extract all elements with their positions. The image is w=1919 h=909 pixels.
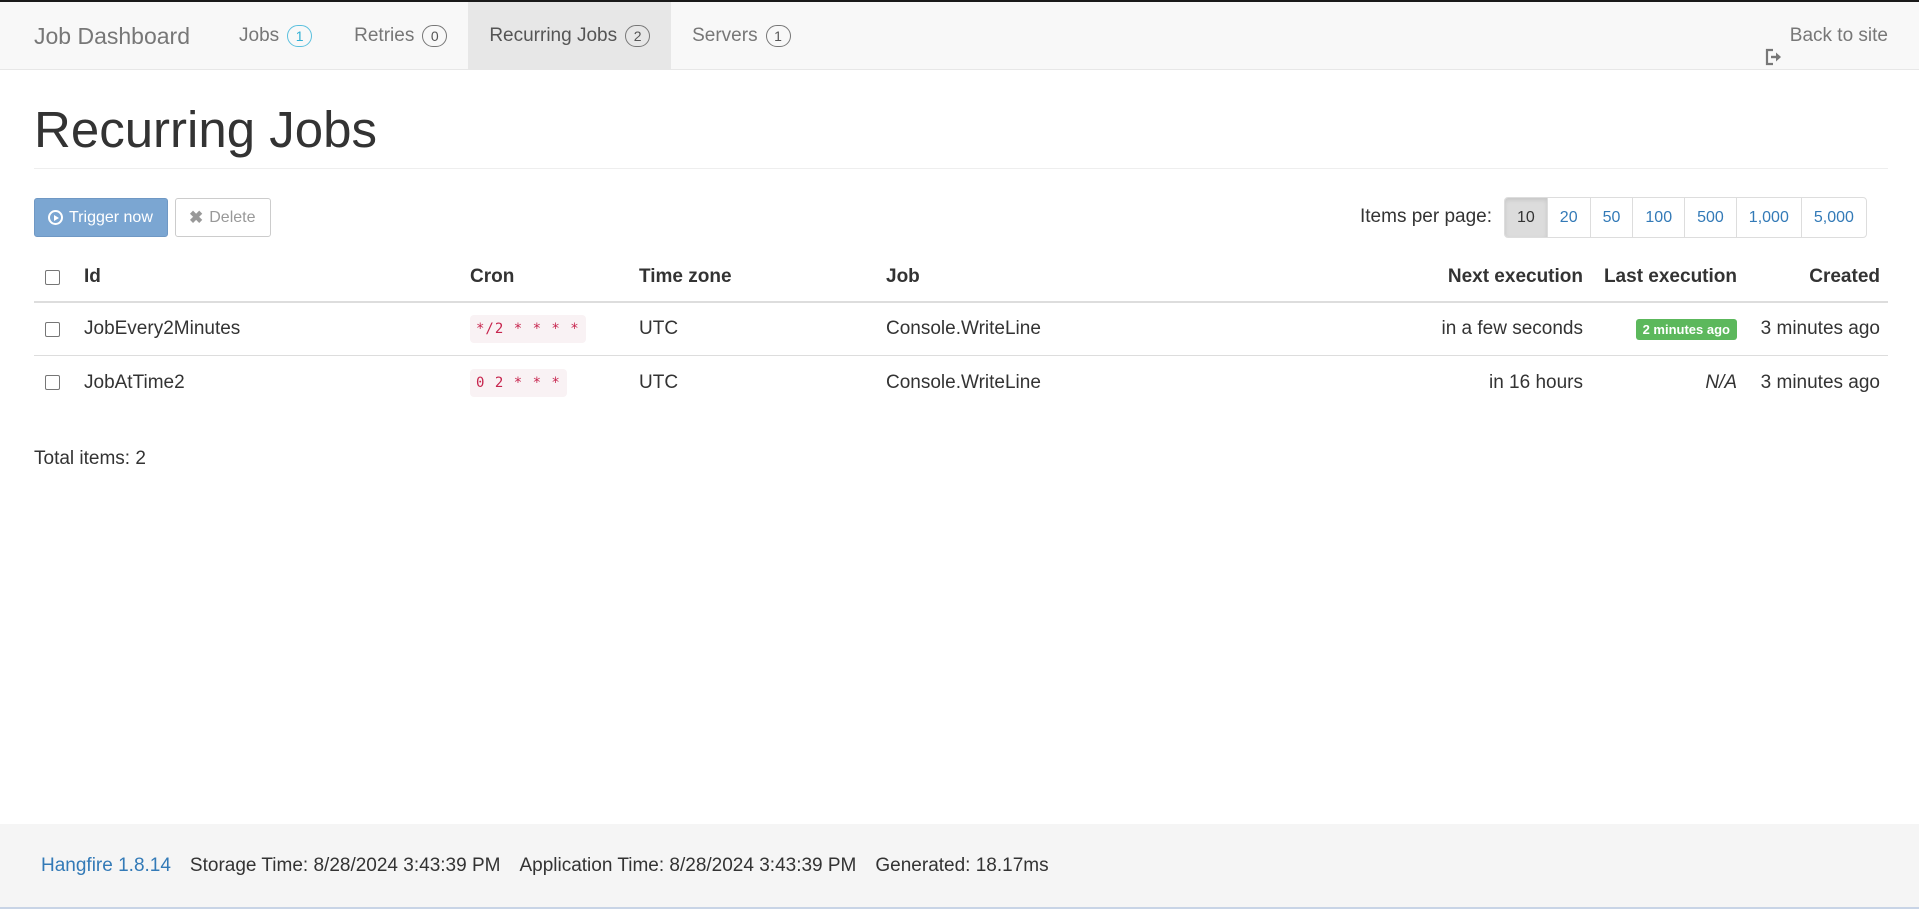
- retries-count-badge: 0: [422, 25, 448, 47]
- page-size-option[interactable]: 1,000: [1735, 198, 1801, 237]
- header-next-execution: Next execution: [1447, 266, 1583, 287]
- navbar: Job Dashboard Jobs 1 Retries 0 Recurring…: [0, 2, 1919, 70]
- created: 3 minutes ago: [1760, 318, 1880, 339]
- job-id[interactable]: JobEvery2Minutes: [84, 303, 444, 355]
- close-icon: ✖: [189, 207, 204, 227]
- row-select-cell: [45, 356, 65, 409]
- page-size-selector: 10 20 50 100 500 1,000 5,000: [1504, 197, 1867, 238]
- delete-label: Delete: [209, 208, 256, 226]
- page-size-option[interactable]: 10: [1505, 198, 1547, 237]
- page-size-option[interactable]: 5,000: [1800, 198, 1866, 237]
- cron-cell: */2 * * * *: [470, 303, 630, 355]
- job-method: Console.WriteLine: [886, 371, 1041, 393]
- job-method: Console.WriteLine: [886, 318, 1041, 339]
- select-all-cell: [45, 253, 65, 301]
- application-time: Application Time: 8/28/2024 3:43:39 PM: [519, 854, 857, 876]
- storage-time: Storage Time: 8/28/2024 3:43:39 PM: [189, 854, 501, 876]
- header-job: Job: [886, 266, 920, 287]
- nav-item-jobs[interactable]: Jobs 1: [221, 2, 333, 70]
- nav-item-label: Servers: [692, 25, 758, 46]
- title-divider: [34, 168, 1888, 169]
- header-timezone: Time zone: [639, 266, 732, 287]
- nav-item-recurring-jobs[interactable]: Recurring Jobs 2: [468, 2, 672, 70]
- row-checkbox[interactable]: [45, 321, 60, 337]
- last-execution-cell: 2 minutes ago: [1594, 303, 1737, 355]
- recurring-jobs-count-badge: 2: [625, 25, 651, 47]
- nav-item-servers[interactable]: Servers 1: [671, 2, 811, 70]
- next-execution: in a few seconds: [1441, 318, 1583, 339]
- nav-item-label: Jobs: [239, 25, 280, 46]
- items-per-page-label: Items per page:: [1360, 206, 1493, 227]
- servers-count-badge: 1: [765, 25, 791, 47]
- table-row: JobAtTime2 0 2 * * * UTC Console.WriteLi…: [34, 356, 1888, 409]
- nav-tabs: Jobs 1 Retries 0 Recurring Jobs 2 Server…: [221, 2, 812, 70]
- page-size-option[interactable]: 20: [1546, 198, 1590, 237]
- table-row: JobEvery2Minutes */2 * * * * UTC Console…: [34, 303, 1888, 356]
- select-all-checkbox[interactable]: [45, 269, 60, 285]
- timezone: UTC: [639, 318, 679, 339]
- last-execution-badge[interactable]: 2 minutes ago: [1635, 318, 1737, 340]
- total-items: Total items: 2: [34, 448, 146, 469]
- trigger-now-button[interactable]: Trigger now: [34, 198, 168, 237]
- sign-out-icon: [1765, 27, 1784, 66]
- header-last-execution: Last execution: [1603, 266, 1737, 287]
- header-id: Id: [84, 266, 101, 287]
- page-size-option[interactable]: 100: [1632, 198, 1684, 237]
- row-checkbox[interactable]: [45, 375, 60, 390]
- header-cron: Cron: [470, 266, 515, 287]
- row-select-cell: [45, 303, 65, 355]
- created: 3 minutes ago: [1760, 371, 1880, 393]
- job-id[interactable]: JobAtTime2: [84, 356, 444, 409]
- next-execution: in 16 hours: [1488, 371, 1583, 393]
- play-circle-icon: [48, 210, 63, 225]
- brand[interactable]: Job Dashboard: [34, 2, 190, 70]
- timezone: UTC: [639, 371, 679, 393]
- cron-expression: 0 2 * * *: [470, 368, 567, 397]
- footer: Hangfire 1.8.14 Storage Time: 8/28/2024 …: [0, 824, 1919, 907]
- cron-expression: */2 * * * *: [470, 315, 586, 343]
- back-to-site-label: Back to site: [1789, 25, 1888, 46]
- footer-info: Hangfire 1.8.14 Storage Time: 8/28/2024 …: [41, 824, 1049, 907]
- recurring-jobs-table: Id Cron Time zone Job Next execution Las…: [34, 253, 1888, 409]
- cron-cell: 0 2 * * *: [470, 356, 630, 409]
- table-header-row: Id Cron Time zone Job Next execution Las…: [34, 253, 1888, 303]
- nav-item-label: Recurring Jobs: [489, 25, 618, 46]
- nav-item-retries[interactable]: Retries 0: [333, 2, 468, 70]
- page-size-option[interactable]: 500: [1684, 198, 1736, 237]
- trigger-now-label: Trigger now: [69, 208, 153, 226]
- last-execution-text: N/A: [1705, 371, 1737, 393]
- generated-time: Generated: 18.17ms: [875, 854, 1049, 876]
- jobs-count-badge: 1: [287, 25, 313, 47]
- nav-item-label: Retries: [354, 25, 415, 46]
- header-created: Created: [1809, 266, 1880, 287]
- last-execution-cell: N/A: [1594, 356, 1737, 409]
- hangfire-version-link[interactable]: Hangfire 1.8.14: [41, 855, 171, 877]
- page-size-option[interactable]: 50: [1589, 198, 1633, 237]
- back-to-site-link[interactable]: Back to site: [1765, 2, 1888, 70]
- delete-button[interactable]: ✖ Delete: [175, 198, 271, 237]
- page-title: Recurring Jobs: [34, 101, 377, 158]
